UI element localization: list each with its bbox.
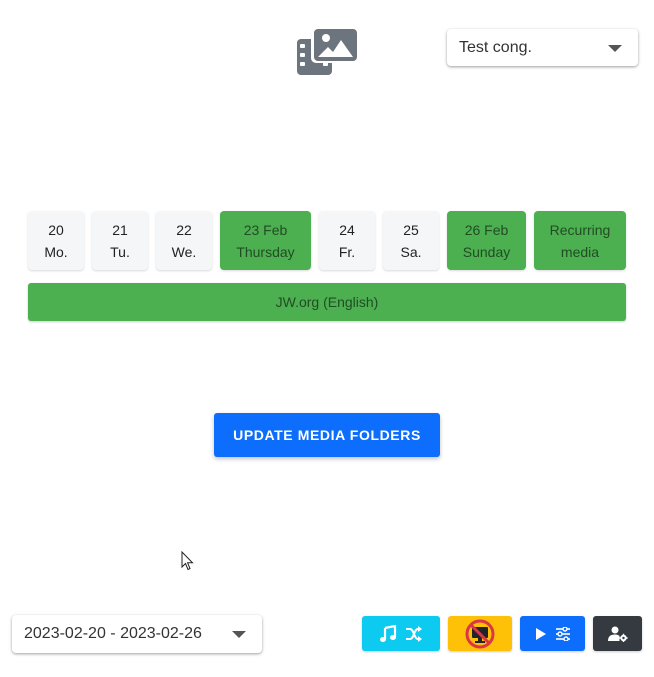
- day-number: 20: [48, 221, 64, 238]
- day-button-24[interactable]: 24 Fr.: [319, 211, 375, 270]
- day-label: Mo.: [44, 243, 68, 260]
- play-icon: [535, 627, 546, 640]
- day-label: Fr.: [338, 243, 356, 260]
- music-note-icon: [380, 624, 397, 642]
- shuffle-icon: [406, 625, 422, 642]
- background-music-button[interactable]: [362, 616, 440, 651]
- recurring-label-line1: Recurring: [549, 221, 611, 238]
- sliders-icon: [555, 626, 570, 641]
- day-label: Sa.: [400, 243, 422, 260]
- presentation-mode-button[interactable]: [448, 616, 512, 651]
- day-number: 22: [176, 221, 192, 238]
- day-number: 25: [403, 221, 419, 238]
- jw-org-media-button[interactable]: JW.org (English): [28, 283, 626, 321]
- day-number: 26 Feb: [464, 221, 509, 238]
- media-gallery-icon: [297, 27, 358, 75]
- day-button-21[interactable]: 21 Tu.: [92, 211, 148, 270]
- mouse-cursor-icon: [181, 551, 194, 571]
- day-label: Tu.: [110, 243, 130, 260]
- day-button-23[interactable]: 23 Feb Thursday: [220, 211, 311, 270]
- date-range-select[interactable]: 2023-02-20 - 2023-02-26: [12, 615, 262, 653]
- day-number: 24: [339, 221, 355, 238]
- congregation-select[interactable]: Test cong.: [447, 29, 638, 66]
- day-button-22[interactable]: 22 We.: [156, 211, 212, 270]
- chevron-down-icon: [232, 631, 246, 638]
- update-media-folders-label: UPDATE MEDIA FOLDERS: [233, 427, 421, 443]
- media-playback-button[interactable]: [520, 616, 585, 651]
- day-button-20[interactable]: 20 Mo.: [28, 211, 84, 270]
- day-number: 21: [112, 221, 128, 238]
- recurring-label-line2: media: [560, 243, 600, 260]
- settings-button[interactable]: [593, 616, 642, 651]
- no-display-icon: [465, 619, 495, 648]
- jw-org-label: JW.org (English): [275, 294, 379, 310]
- date-range-value: 2023-02-20 - 2023-02-26: [24, 625, 202, 642]
- chevron-down-icon: [608, 44, 622, 52]
- day-label: We.: [171, 243, 197, 260]
- congregation-select-value: Test cong.: [459, 38, 532, 56]
- day-label: Sunday: [462, 243, 511, 260]
- recurring-media-button[interactable]: Recurring media: [534, 211, 626, 270]
- update-media-folders-button[interactable]: UPDATE MEDIA FOLDERS: [214, 413, 440, 457]
- day-button-25[interactable]: 25 Sa.: [383, 211, 439, 270]
- day-label: Thursday: [236, 243, 295, 260]
- day-number: 23 Feb: [243, 221, 288, 238]
- day-button-26[interactable]: 26 Feb Sunday: [447, 211, 526, 270]
- user-gear-icon: [607, 626, 628, 642]
